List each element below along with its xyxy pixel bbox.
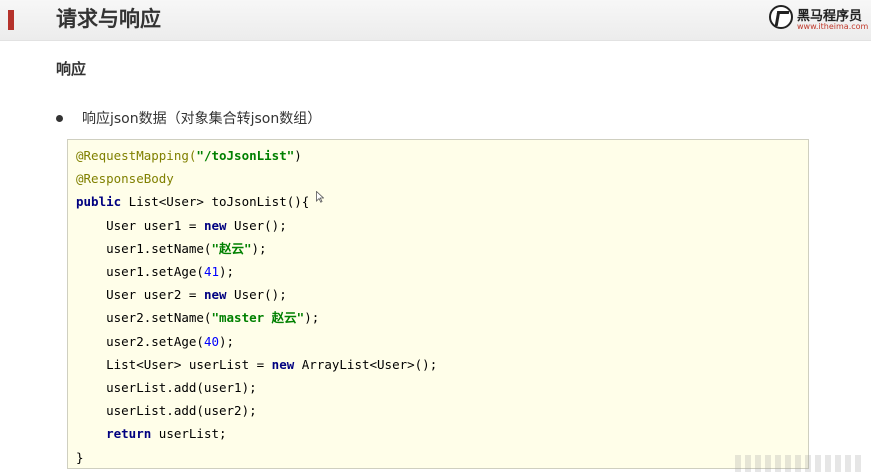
code-token: List<User> toJsonList(){: [121, 194, 310, 210]
slide-header: 请求与响应 黑马程序员 www.itheima.com: [0, 0, 871, 41]
horse-logo-icon: [769, 5, 793, 29]
code-line: User user1 = new User();: [76, 214, 287, 237]
code-token: );: [219, 264, 235, 279]
code-token: userList.add(user1);: [76, 380, 257, 395]
code-line: userList.add(user1);: [76, 376, 257, 399]
code-line: List<User> userList = new ArrayList<User…: [76, 353, 437, 376]
code-token: new: [203, 287, 227, 303]
code-token: "master 赵云": [211, 310, 305, 326]
code-token: );: [251, 240, 267, 256]
mouse-cursor-icon: [316, 191, 324, 203]
code-token: "赵云": [211, 240, 252, 256]
code-token: }: [76, 449, 84, 465]
code-line: @ResponseBody: [76, 167, 174, 190]
code-token: User();: [226, 287, 287, 303]
bullet-dot-icon: [56, 115, 63, 122]
code-token: 41: [203, 264, 219, 279]
code-line: User user2 = new User();: [76, 283, 287, 306]
code-token: ArrayList<User>();: [294, 356, 438, 372]
code-token: user2.setName(: [76, 310, 212, 326]
code-line: user1.setName("赵云");: [76, 237, 267, 260]
code-token: user2.setAge(: [76, 333, 204, 349]
accent-bar: [8, 10, 14, 30]
code-token: ): [294, 148, 302, 163]
code-token: new: [271, 356, 295, 372]
code-token: User();: [226, 217, 287, 233]
code-line: user1.setAge(41);: [76, 260, 234, 283]
page-title: 请求与响应: [56, 7, 161, 31]
code-line: }: [76, 446, 84, 469]
code-line: @RequestMapping("/toJsonList"): [76, 144, 302, 167]
code-token: 40: [203, 333, 219, 349]
code-line: user2.setAge(40);: [76, 330, 234, 353]
code-token: User user2 =: [76, 287, 204, 303]
code-token: List<User> userList =: [76, 356, 272, 372]
code-token: @RequestMapping(: [76, 148, 197, 163]
code-token: );: [219, 333, 235, 349]
code-token: userList;: [151, 426, 227, 442]
logo-url: www.itheima.com: [797, 22, 869, 31]
code-token: return: [106, 426, 152, 442]
code-token: public: [76, 194, 122, 210]
code-line: public List<User> toJsonList(){: [76, 190, 309, 213]
bullet-text: 响应json数据（对象集合转json数组）: [82, 111, 322, 127]
code-line: userList.add(user2);: [76, 399, 257, 422]
code-token: "/toJsonList": [196, 148, 295, 163]
code-token: );: [304, 310, 320, 326]
code-token: User user1 =: [76, 217, 204, 233]
section-title: 响应: [56, 60, 87, 78]
code-token: @ResponseBody: [76, 171, 174, 187]
code-token: new: [203, 217, 227, 233]
code-line: return userList;: [76, 422, 227, 445]
brand-logo: 黑马程序员 www.itheima.com: [767, 3, 868, 35]
code-block: @RequestMapping("/toJsonList") @ResponseB…: [67, 139, 809, 469]
code-line: user2.setName("master 赵云");: [76, 306, 319, 329]
watermark: [735, 455, 865, 472]
code-token: userList.add(user2);: [76, 403, 257, 419]
code-token: user1.setAge(: [76, 264, 204, 279]
code-token: user1.setName(: [76, 240, 212, 256]
